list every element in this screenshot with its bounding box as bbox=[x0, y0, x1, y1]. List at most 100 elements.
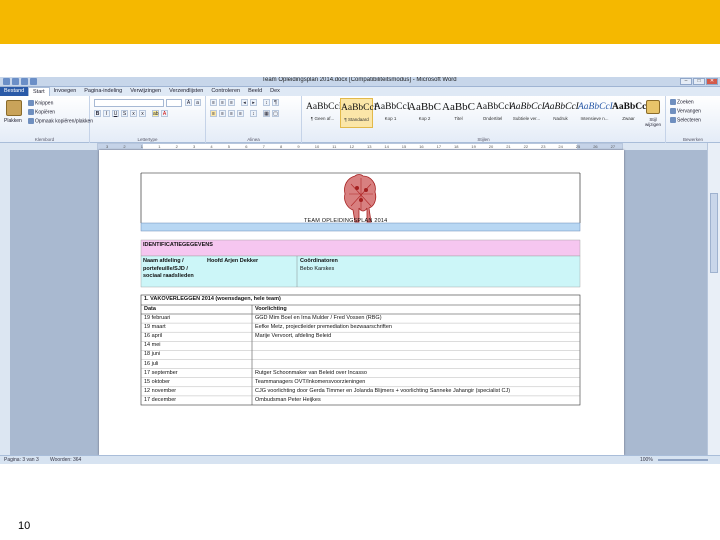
style-no-spacing[interactable]: AaBbCcI ¶ Geen af... bbox=[306, 98, 342, 128]
style-title[interactable]: AaBbC Titel bbox=[442, 98, 475, 128]
ruler-tick: 3 bbox=[193, 144, 196, 149]
editing-group-label: Bewerken bbox=[682, 137, 703, 142]
bold-button[interactable]: B bbox=[94, 110, 101, 117]
style-subtitle[interactable]: AaBbCcI Ondertitel bbox=[476, 98, 512, 128]
row-info: Teammanagers OVT/Inkomensvoorzieningen bbox=[255, 378, 366, 385]
vertical-scrollbar[interactable] bbox=[707, 143, 720, 455]
shading-button[interactable]: ▦ bbox=[263, 110, 270, 117]
styles-group-label: Stijlen bbox=[477, 137, 490, 142]
select-icon bbox=[670, 117, 676, 123]
ruler-tick: 16 bbox=[419, 144, 424, 149]
ruler-tick: 18 bbox=[454, 144, 459, 149]
change-styles-icon[interactable] bbox=[646, 100, 660, 114]
table-row-lines bbox=[141, 322, 580, 397]
document-area: TEAM OPLEIDINGSPLAN 2014 IDENTIFICATIEGE… bbox=[10, 150, 707, 455]
align-left-button[interactable]: ≡ bbox=[210, 110, 217, 117]
subscript-button[interactable]: x bbox=[130, 110, 137, 117]
find-button[interactable]: Zoeken bbox=[670, 99, 694, 105]
sort-button[interactable]: ↕ bbox=[263, 99, 270, 106]
styles-group: AaBbCcI ¶ Geen af... AaBbCcI ¶ Standaard A… bbox=[302, 96, 666, 143]
zoom-slider[interactable] bbox=[658, 459, 708, 461]
word-count[interactable]: Woorden: 364 bbox=[50, 457, 81, 463]
align-right-button[interactable]: ≡ bbox=[228, 110, 235, 117]
italic-button[interactable]: I bbox=[103, 110, 110, 117]
row-info: Eefke Metz, projectleider premediation b… bbox=[255, 324, 392, 331]
ruler-right-margin bbox=[577, 144, 622, 149]
window-title: Team Opleidingsplan 2014.docx [Compatibi… bbox=[262, 77, 457, 83]
clipboard-group: Plakken Knippen Kopiëren Opmaak kopiëren… bbox=[0, 96, 93, 143]
increase-indent-button[interactable]: ▸ bbox=[250, 99, 257, 106]
bullets-button[interactable]: ≡ bbox=[210, 99, 217, 106]
ruler-tick: 4 bbox=[210, 144, 213, 149]
maximize-button[interactable]: □ bbox=[693, 78, 705, 85]
paste-icon[interactable] bbox=[6, 100, 22, 116]
show-marks-button[interactable]: ¶ bbox=[272, 99, 279, 106]
copy-button[interactable]: Kopiëren bbox=[28, 109, 55, 115]
style-intense-emphasis[interactable]: AaBbCcI Intensieve n... bbox=[578, 98, 613, 128]
title-bar: Team Opleidingsplan 2014.docx [Compatibi… bbox=[0, 77, 720, 87]
font-name-combo[interactable] bbox=[94, 99, 164, 107]
font-color-button[interactable]: A bbox=[161, 110, 168, 117]
highlight-button[interactable]: ab bbox=[152, 110, 159, 117]
undo-icon[interactable] bbox=[21, 78, 28, 85]
meetings-section-title: 1. VAKOVERLEGGEN 2014 (woensdagen, hele … bbox=[144, 296, 281, 302]
tab-insert[interactable]: Invoegen bbox=[50, 87, 81, 96]
select-button[interactable]: Selecteren bbox=[670, 117, 701, 123]
style-heading-2[interactable]: AaBbC Kop 2 bbox=[408, 98, 441, 128]
ruler-tick: 6 bbox=[245, 144, 248, 149]
style-heading-1[interactable]: AaBbCcI Kop 1 bbox=[374, 98, 410, 128]
ruler-tick: 1 bbox=[140, 144, 144, 149]
row-date: 18 juni bbox=[144, 351, 161, 358]
ruler-tick: 2 bbox=[123, 144, 126, 149]
numbering-button[interactable]: ≡ bbox=[219, 99, 226, 106]
shrink-font-button[interactable]: a bbox=[194, 99, 201, 106]
horizontal-ruler[interactable]: 3 2 1 1 2 3 4 5 6 7 8 9 10 11 12 13 14 15 16 17 18 19 20 21 22 23… bbox=[97, 143, 623, 150]
zoom-level[interactable]: 100% bbox=[640, 457, 653, 463]
replace-button[interactable]: Vervangen bbox=[670, 108, 701, 114]
paste-button[interactable]: Plakken bbox=[4, 118, 22, 124]
page-count[interactable]: Pagina: 3 van 3 bbox=[4, 457, 39, 463]
word-app-icon bbox=[3, 78, 10, 85]
row-info: Marije Vervoort, afdeling Beleid bbox=[255, 333, 332, 340]
tab-review[interactable]: Controleren bbox=[207, 87, 244, 96]
tab-references[interactable]: Verwijzingen bbox=[126, 87, 165, 96]
plan-banner-bar bbox=[140, 222, 581, 232]
format-painter-button[interactable]: Opmaak kopiëren/plakken bbox=[28, 118, 93, 124]
row-date: 19 februari bbox=[144, 315, 171, 321]
change-styles-button[interactable]: Stijl wijzigen bbox=[641, 117, 665, 127]
align-center-button[interactable]: ≡ bbox=[219, 110, 226, 117]
cut-button[interactable]: Knippen bbox=[28, 100, 53, 106]
superscript-button[interactable]: x bbox=[139, 110, 146, 117]
plan-banner-title: TEAM OPLEIDINGSPLAN 2014 bbox=[304, 218, 388, 224]
tab-start[interactable]: Start bbox=[28, 87, 50, 96]
multilevel-list-button[interactable]: ≡ bbox=[228, 99, 235, 106]
scrollbar-thumb[interactable] bbox=[710, 193, 718, 273]
line-spacing-button[interactable]: ↕ bbox=[250, 110, 257, 117]
underline-button[interactable]: U bbox=[112, 110, 119, 117]
decrease-indent-button[interactable]: ◂ bbox=[241, 99, 248, 106]
style-standard[interactable]: AaBbCcI ¶ Standaard bbox=[340, 98, 377, 128]
strikethrough-button[interactable]: S bbox=[121, 110, 128, 117]
ident-left-label: Naam afdeling / portefeuille/SJD / socia… bbox=[143, 258, 194, 279]
style-subtle-emphasis[interactable]: AaBbCcI Subtiele ver... bbox=[510, 98, 545, 128]
tab-dex[interactable]: Dex bbox=[266, 87, 284, 96]
minimize-button[interactable]: – bbox=[680, 78, 692, 85]
grow-font-button[interactable]: A bbox=[185, 99, 192, 106]
save-icon[interactable] bbox=[12, 78, 19, 85]
row-info: CJG voorlichting door Gerda Timmer en Jo… bbox=[255, 387, 511, 394]
close-button[interactable]: ✕ bbox=[706, 78, 718, 85]
editing-group: Zoeken Vervangen Selecteren Bewerken bbox=[666, 96, 720, 143]
ruler-tick: 2 bbox=[175, 144, 178, 149]
style-emphasis[interactable]: AaBbCcI Nadruk bbox=[544, 98, 579, 128]
justify-button[interactable]: ≡ bbox=[237, 110, 244, 117]
tab-file[interactable]: Bestand bbox=[0, 87, 28, 96]
borders-button[interactable]: ▢ bbox=[272, 110, 279, 117]
slide-number: 10 bbox=[18, 520, 31, 532]
document-page[interactable]: TEAM OPLEIDINGSPLAN 2014 IDENTIFICATIEGE… bbox=[99, 150, 624, 455]
tab-mailings[interactable]: Verzendlijsten bbox=[165, 87, 207, 96]
tab-view[interactable]: Beeld bbox=[244, 87, 266, 96]
font-size-combo[interactable] bbox=[166, 99, 182, 107]
tab-page-layout[interactable]: Pagina-indeling bbox=[80, 87, 126, 96]
redo-icon[interactable] bbox=[30, 78, 37, 85]
document-content bbox=[140, 172, 581, 406]
